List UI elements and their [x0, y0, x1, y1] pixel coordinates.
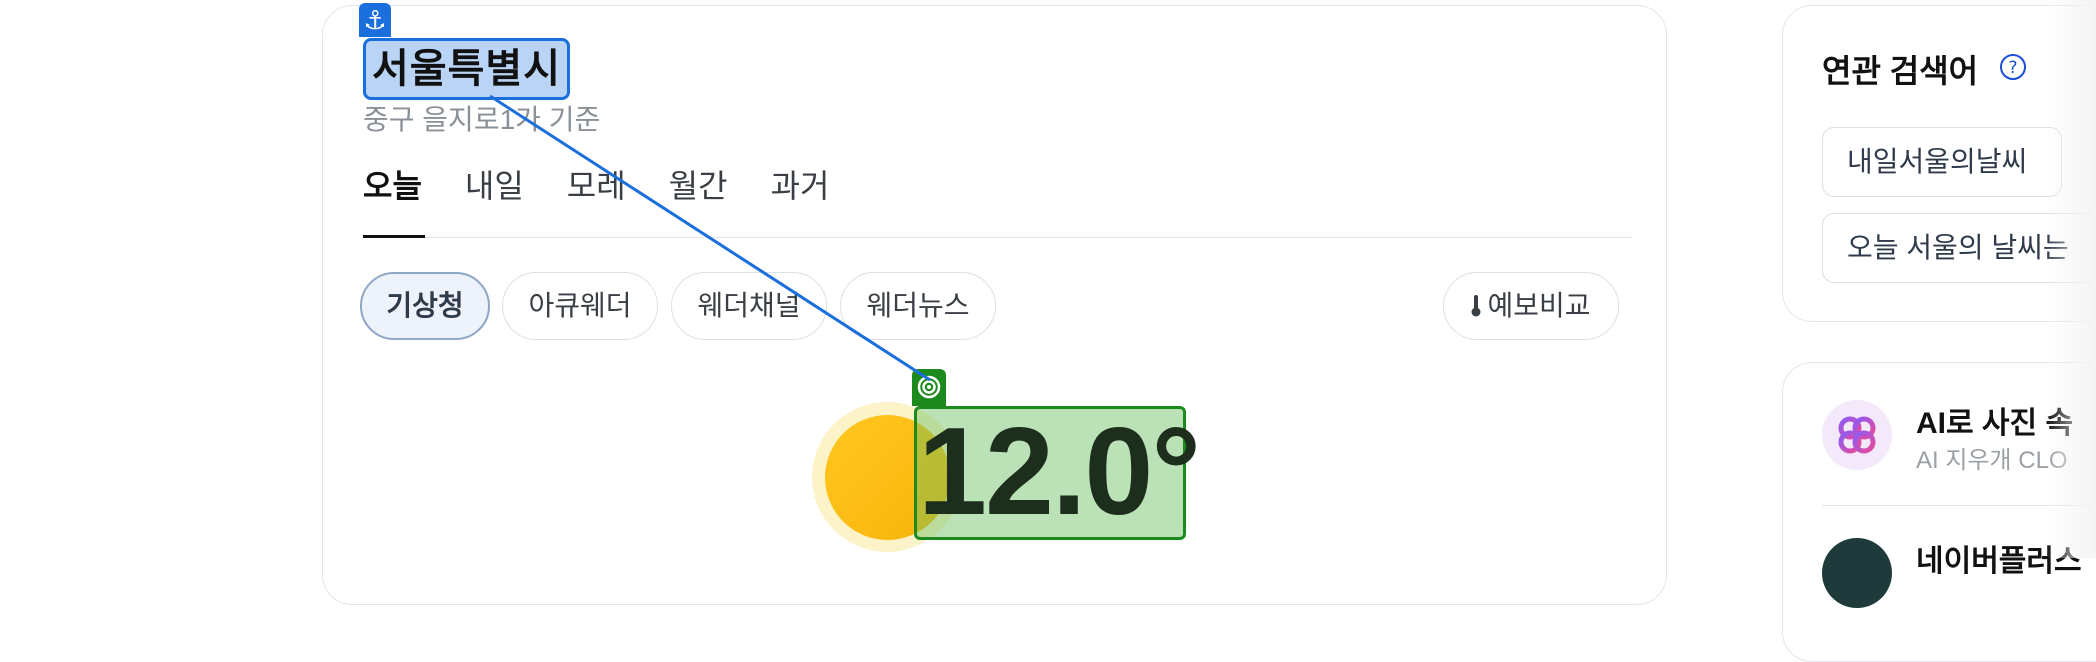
related-search-title: 연관 검색어: [1822, 53, 1979, 89]
active-tab-indicator: [363, 235, 425, 238]
thermometer-icon: [1471, 295, 1481, 317]
related-search-item[interactable]: 내일서울의날씨: [1822, 127, 2062, 197]
ai-app-subtitle: AI 지우개 CLO: [1916, 447, 2068, 474]
help-icon[interactable]: ?: [1999, 53, 2027, 81]
source-chip-accuweather[interactable]: 아큐웨더: [502, 272, 658, 340]
naver-plus-icon[interactable]: [1822, 538, 1892, 608]
tab-today[interactable]: 오늘: [363, 165, 422, 207]
tab-past[interactable]: 과거: [771, 165, 830, 207]
svg-text:?: ?: [2008, 58, 2017, 78]
anchor-icon: ⚓: [359, 3, 391, 37]
target-icon: [912, 369, 946, 406]
forecast-compare-label: 예보비교: [1487, 290, 1591, 321]
city-name[interactable]: 서울특별시: [363, 38, 570, 100]
tab-divider: [363, 237, 1632, 238]
source-chip-weatherchannel[interactable]: 웨더채널: [671, 272, 827, 340]
source-chip-kma[interactable]: 기상청: [360, 272, 490, 340]
forecast-compare-button[interactable]: 예보비교: [1443, 272, 1619, 340]
ai-eraser-icon[interactable]: [1822, 400, 1892, 470]
tab-tomorrow[interactable]: 내일: [465, 165, 524, 207]
scrollbar-edge: [2046, 0, 2096, 558]
tab-day-after[interactable]: 모레: [567, 165, 626, 207]
date-tabs: 오늘 내일 모레 월간 과거: [363, 165, 872, 207]
tab-monthly[interactable]: 월간: [669, 165, 728, 207]
location-subtitle: 중구 을지로1가 기준: [363, 104, 601, 135]
source-chip-weathernews[interactable]: 웨더뉴스: [840, 272, 996, 340]
current-temperature: 12.0°: [918, 403, 1201, 541]
